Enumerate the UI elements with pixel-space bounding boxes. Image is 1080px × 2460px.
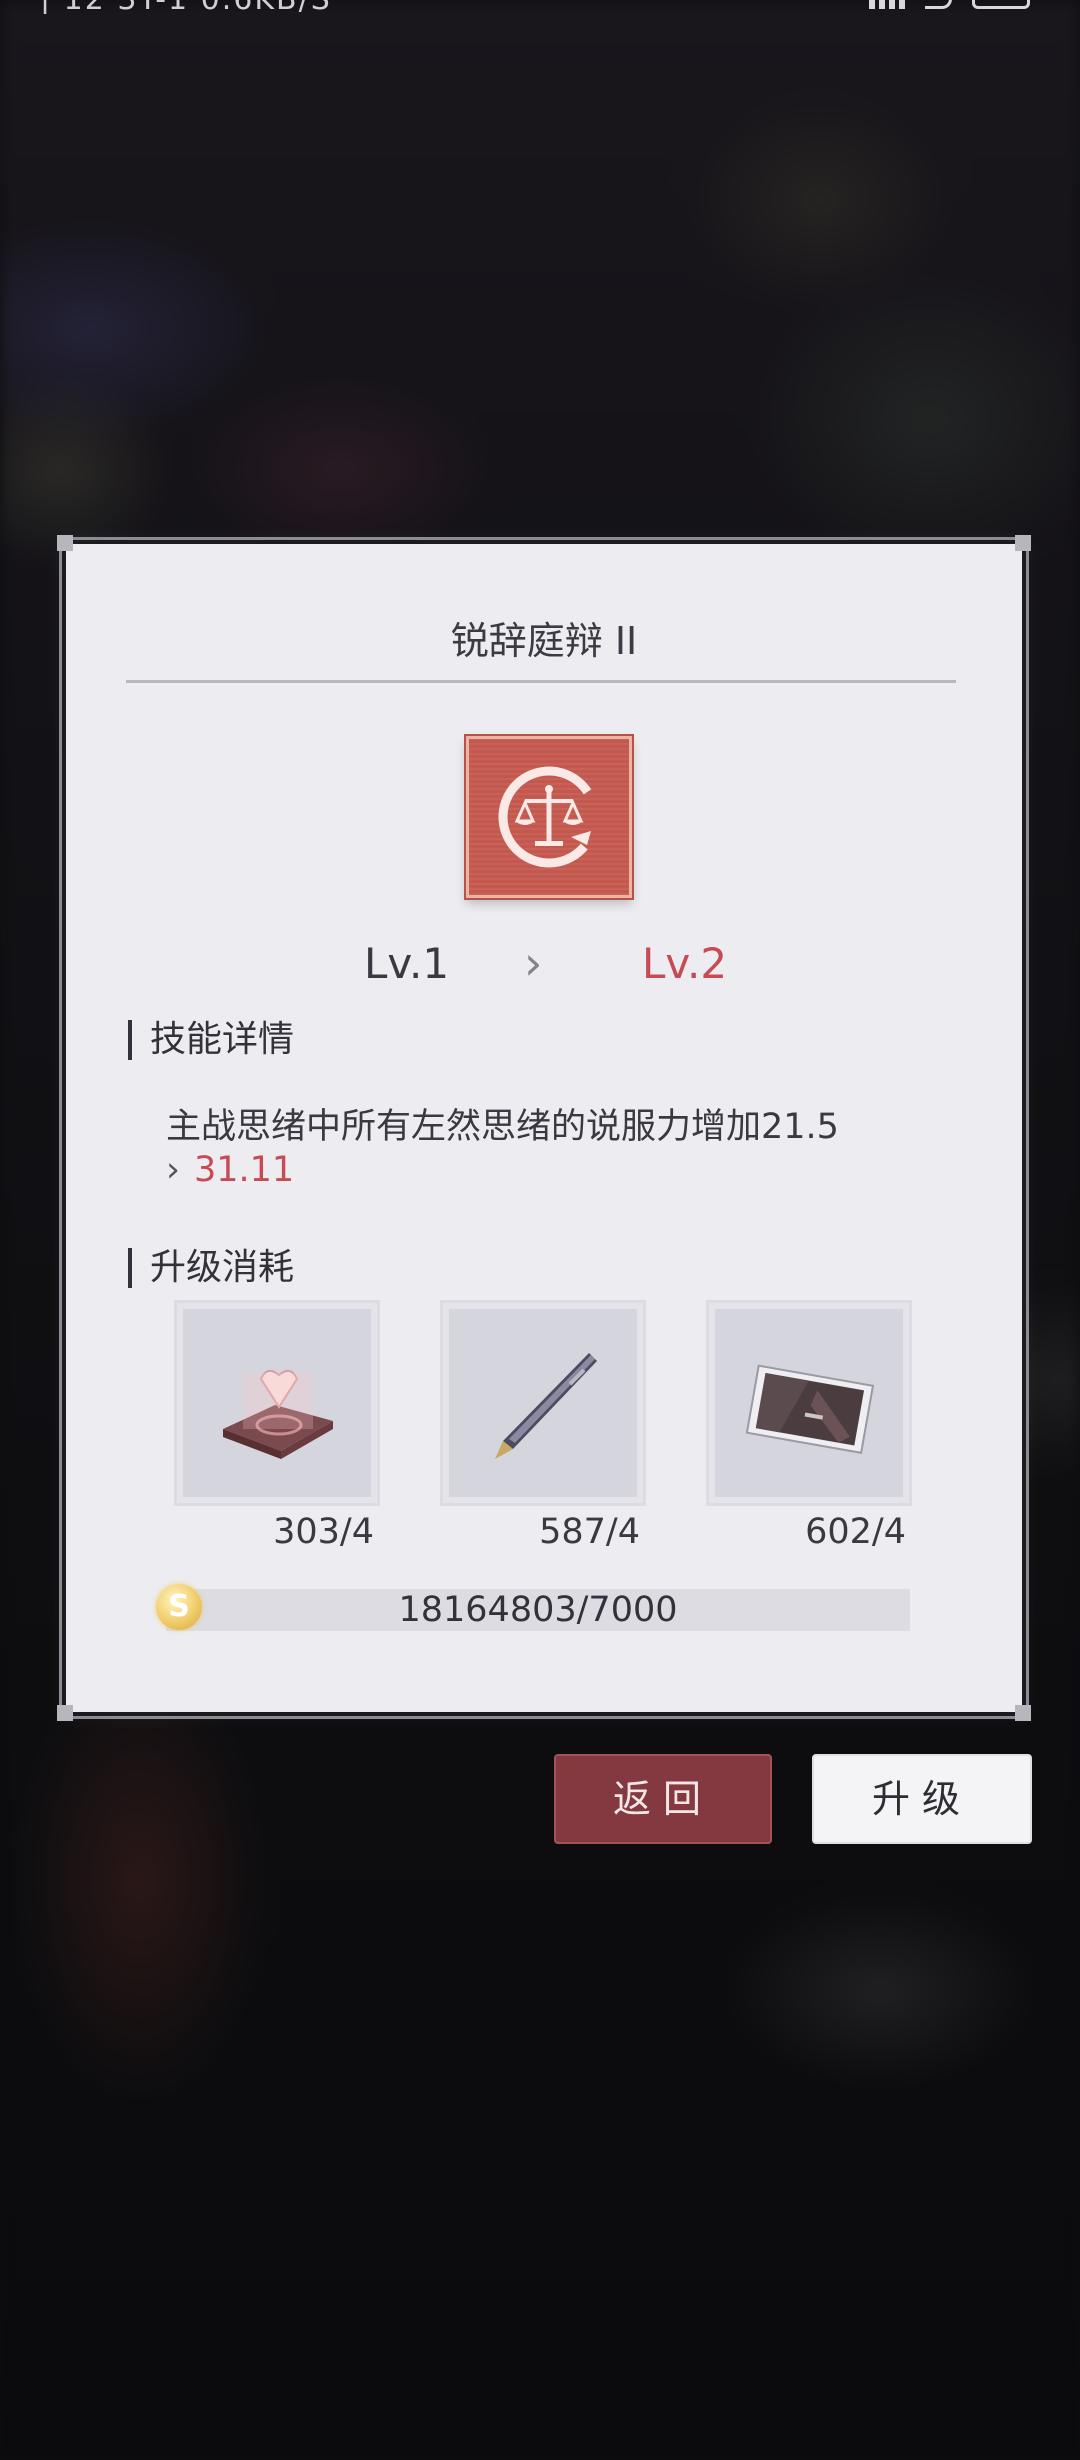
cost-item-1[interactable] [174,1300,380,1506]
cost-item-2[interactable] [440,1300,646,1506]
cost-item-3-count: 602/4 [805,1512,906,1552]
title-divider [126,680,956,683]
heart-crystal-material-icon [223,1369,333,1459]
wifi-icon [925,0,952,9]
frame-corner [57,535,73,551]
status-bar: | 12 3Y-1 0.6KB/S [0,0,1080,14]
skill-description: 主战思绪中所有左然思绪的说服力增加21.5 [166,1107,839,1147]
chevron-right-icon: › [166,1150,180,1190]
skill-icon [466,736,632,898]
skill-upgrade-dialog: 锐辞庭辩 II Lv.1 › Lv.2 技能详情 主战思绪中所有左然思绪的说服力… [57,535,1031,1721]
coin-amount: 18164803/7000 [398,1590,678,1630]
back-button[interactable]: 返回 [554,1754,772,1844]
cost-item-1-count: 303/4 [273,1512,374,1552]
next-value: 31.11 [194,1150,295,1190]
status-text: | 12 3Y-1 0.6KB/S [40,0,332,14]
frame-corner [1015,535,1031,551]
upgrade-button[interactable]: 升级 [812,1754,1032,1844]
frame-corner [1015,1705,1031,1721]
scales-of-justice-icon [498,766,600,868]
frame-corner [57,1705,73,1721]
cost-item-2-count: 587/4 [539,1512,640,1552]
status-icons [869,0,1030,9]
skill-description-next: › 31.11 [166,1150,294,1190]
skill-detail-heading: 技能详情 [128,1020,294,1060]
signal-icon [869,0,905,9]
level-arrow-icon: › [524,936,543,990]
next-level: Lv.2 [642,939,728,988]
dialog-title: 锐辞庭辩 II [450,619,638,663]
battery-icon [972,0,1030,9]
cost-item-3[interactable] [706,1300,912,1506]
fountain-pen-material-icon [495,1353,597,1459]
upgrade-cost-heading: 升级消耗 [128,1248,294,1288]
photo-card-material-icon [745,1364,875,1454]
current-level: Lv.1 [364,939,450,988]
